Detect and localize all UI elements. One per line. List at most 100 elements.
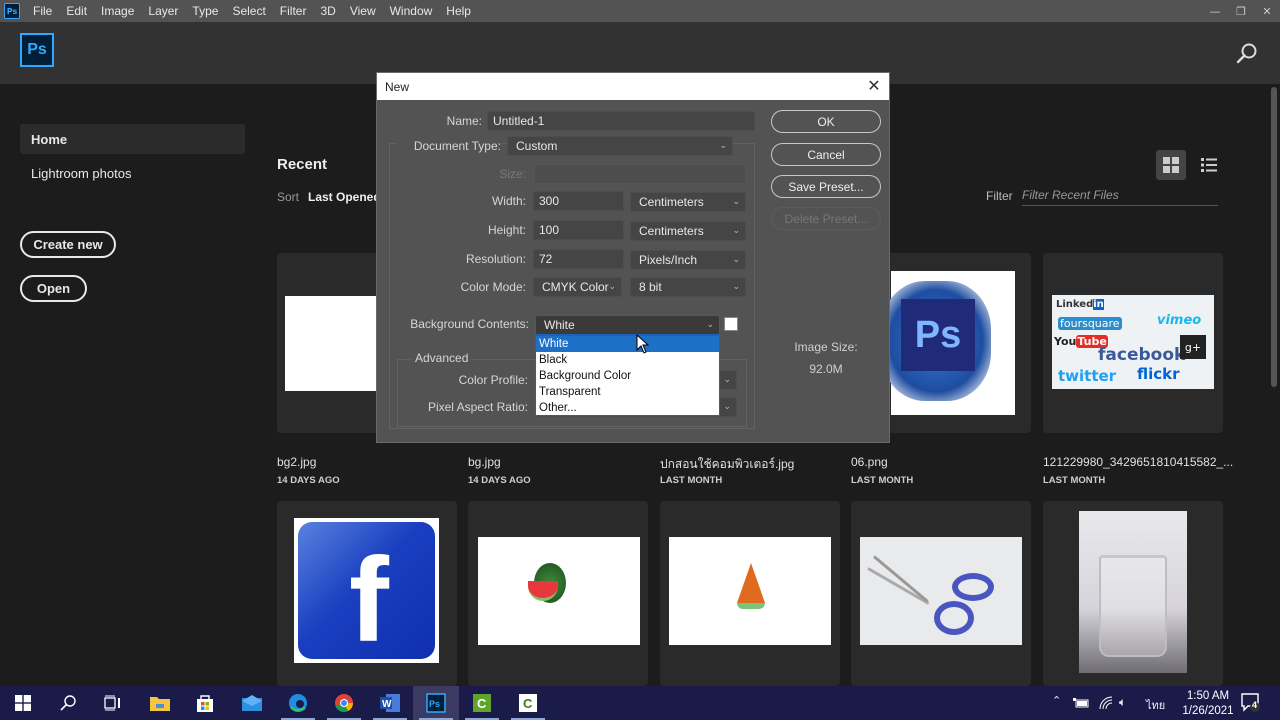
image-size-label: Image Size:	[794, 340, 858, 354]
name-input[interactable]: Untitled-1	[487, 111, 755, 131]
taskbar-clock[interactable]: 1:50 AM 1/26/2021	[1178, 689, 1238, 719]
menu-image[interactable]: Image	[94, 4, 141, 18]
create-new-button[interactable]: Create new	[20, 231, 116, 258]
color-mode-select[interactable]: CMYK Color ⌄	[533, 277, 622, 297]
filter-label: Filter	[986, 189, 1013, 203]
file-date: LAST MONTH	[660, 475, 723, 486]
volume-icon[interactable]: 🔈︎	[1119, 695, 1126, 710]
photoshop-app-icon[interactable]: Ps	[4, 3, 20, 19]
dropdown-option-black[interactable]: Black	[536, 352, 719, 368]
battery-icon[interactable]	[1073, 698, 1089, 708]
recent-file-card[interactable]	[468, 501, 648, 686]
file-explorer-button[interactable]	[137, 686, 183, 720]
height-unit-select[interactable]: Centimeters ⌄	[630, 221, 746, 241]
wifi-icon[interactable]	[1099, 696, 1113, 710]
image-size-value: 92.0M	[809, 362, 843, 376]
height-input[interactable]: 100	[533, 220, 624, 240]
resolution-input[interactable]: 72	[533, 249, 624, 269]
filter-recent-files-input[interactable]	[1022, 184, 1218, 206]
recent-file-card[interactable]: Linkedin foursquare vimeo YouTube facebo…	[1043, 253, 1223, 433]
menu-edit[interactable]: Edit	[59, 4, 94, 18]
chevron-down-icon: ⌄	[732, 281, 740, 291]
menu-select[interactable]: Select	[225, 4, 272, 18]
edge-icon	[289, 694, 307, 712]
search-icon[interactable]	[1236, 42, 1258, 64]
dropdown-option-other[interactable]: Other...	[536, 400, 719, 416]
store-icon	[197, 695, 213, 712]
file-name: 06.png	[851, 455, 888, 469]
sidebar-item-lightroom-photos[interactable]: Lightroom photos	[20, 158, 245, 188]
menu-3d[interactable]: 3D	[313, 4, 342, 18]
open-button[interactable]: Open	[20, 275, 87, 302]
edge-button[interactable]	[275, 686, 321, 720]
menu-view[interactable]: View	[343, 4, 383, 18]
ok-button[interactable]: OK	[771, 110, 881, 133]
menu-filter[interactable]: Filter	[273, 4, 314, 18]
recent-file-card[interactable]	[851, 501, 1031, 686]
bit-depth-value: 8 bit	[639, 280, 662, 294]
camtasia-button[interactable]: C	[459, 686, 505, 720]
recent-file-card[interactable]	[1043, 501, 1223, 686]
close-icon[interactable]: ✕	[865, 77, 883, 95]
menu-help[interactable]: Help	[439, 4, 478, 18]
width-label: Width:	[491, 194, 526, 208]
grid-view-button[interactable]	[1156, 150, 1186, 180]
width-unit-select[interactable]: Centimeters ⌄	[630, 192, 746, 212]
chevron-down-icon: ⌄	[706, 319, 714, 329]
sidebar-item-home[interactable]: Home	[20, 124, 245, 154]
menu-layer[interactable]: Layer	[141, 4, 185, 18]
bit-depth-select[interactable]: 8 bit ⌄	[630, 277, 746, 297]
watermelon-slice-thumbnail	[669, 537, 831, 645]
photoshop-taskbar-button[interactable]: Ps	[413, 686, 459, 720]
background-contents-select[interactable]: White ⌄	[535, 315, 720, 335]
dropdown-option-background-color[interactable]: Background Color	[536, 368, 719, 384]
watermelon-thumbnail	[478, 537, 640, 645]
menu-window[interactable]: Window	[383, 4, 440, 18]
camtasia-recorder-button[interactable]: C	[505, 686, 551, 720]
width-input[interactable]: 300	[533, 191, 624, 211]
start-button[interactable]	[0, 686, 46, 720]
svg-text:Ps: Ps	[429, 699, 440, 709]
new-document-dialog: New ✕ Name: Untitled-1 Document Type: Cu…	[376, 72, 890, 443]
dropdown-option-transparent[interactable]: Transparent	[536, 384, 719, 400]
show-hidden-icons-button[interactable]: ⌃	[1052, 694, 1061, 707]
recent-file-card[interactable]	[660, 501, 840, 686]
task-view-button[interactable]	[90, 686, 136, 720]
svg-text:W: W	[382, 699, 392, 710]
minimize-button[interactable]: —	[1202, 0, 1228, 22]
chevron-down-icon: ⌄	[719, 140, 727, 150]
folder-icon	[150, 697, 170, 711]
recent-heading: Recent	[277, 156, 328, 173]
sort-dropdown[interactable]: Last Opened	[308, 190, 381, 204]
store-button[interactable]	[182, 686, 228, 720]
cancel-button[interactable]: Cancel	[771, 143, 881, 166]
menu-type[interactable]: Type	[185, 4, 225, 18]
chrome-button[interactable]	[321, 686, 367, 720]
photoshop-logo: Ps	[20, 33, 54, 67]
svg-text:C: C	[523, 696, 533, 711]
menu-file[interactable]: File	[26, 4, 59, 18]
language-indicator[interactable]: ไทย	[1146, 696, 1165, 714]
recent-file-card[interactable]: f	[277, 501, 457, 686]
document-type-value: Custom	[516, 139, 558, 153]
notification-center-button[interactable]: 4	[1240, 692, 1266, 714]
document-type-select[interactable]: Custom ⌄	[507, 136, 733, 156]
scrollbar[interactable]	[1271, 87, 1277, 387]
chrome-icon	[335, 694, 353, 712]
list-view-button[interactable]	[1197, 150, 1221, 180]
notification-count: 4	[1252, 700, 1258, 710]
file-name: bg.jpg	[468, 455, 501, 469]
file-thumbnail: Ps	[881, 271, 1015, 415]
dropdown-option-white[interactable]: White	[536, 336, 719, 352]
close-window-button[interactable]: ✕	[1254, 0, 1280, 22]
save-preset-button[interactable]: Save Preset...	[771, 175, 881, 198]
sort-label: Sort	[277, 190, 300, 204]
size-select	[534, 164, 746, 184]
mail-button[interactable]	[229, 686, 275, 720]
taskbar-search-button[interactable]	[45, 686, 91, 720]
restore-button[interactable]: ❐	[1228, 0, 1254, 22]
background-color-swatch[interactable]	[724, 317, 738, 331]
resolution-unit-select[interactable]: Pixels/Inch ⌄	[630, 250, 746, 270]
word-button[interactable]: W	[367, 686, 413, 720]
dialog-title: New	[385, 79, 410, 94]
